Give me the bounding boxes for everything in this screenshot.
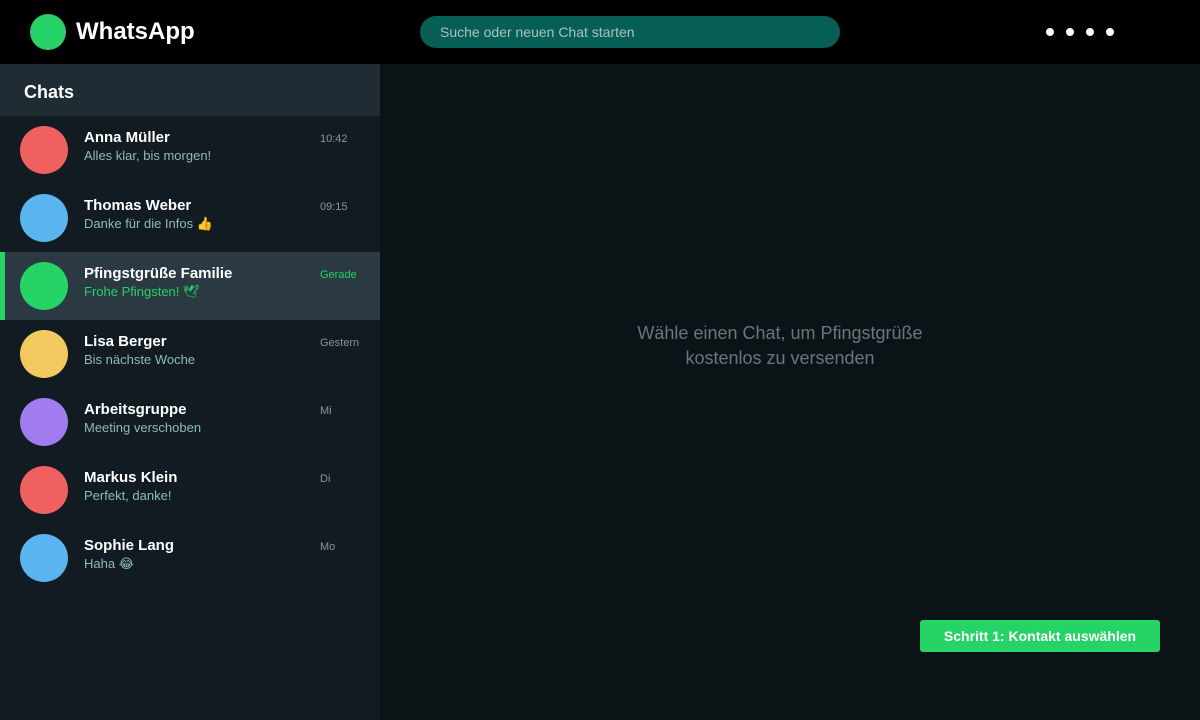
chat-list-item[interactable]: Thomas Weber Danke für die Infos 👍 09:15: [0, 184, 380, 252]
chat-list: Anna Müller Alles klar, bis morgen! 10:42 T…: [0, 116, 380, 592]
chat-name: Lisa Berger: [84, 333, 167, 350]
avatar: [20, 330, 68, 378]
avatar: [20, 398, 68, 446]
avatar: [20, 126, 68, 174]
app-title: WhatsApp: [76, 18, 195, 45]
chat-name: Anna Müller: [84, 129, 170, 146]
active-indicator: [0, 252, 5, 320]
chat-list-item[interactable]: Pfingstgrüße Familie Frohe Pfingsten! 🕊 Ge…: [0, 252, 380, 320]
chat-list-item[interactable]: Anna Müller Alles klar, bis morgen! 10:42: [0, 116, 380, 184]
chat-preview: Meeting verschoben: [84, 420, 202, 435]
chat-preview: Haha 😂: [84, 556, 134, 571]
chat-list-item[interactable]: Arbeitsgruppe Meeting verschoben Mi: [0, 388, 380, 456]
chat-preview: Alles klar, bis morgen!: [84, 148, 212, 163]
chat-time: Gestern: [320, 337, 360, 349]
sidebar-title: Chats: [24, 82, 75, 102]
avatar: [20, 466, 68, 514]
chat-preview: Bis nächste Woche: [84, 352, 196, 367]
search-input[interactable]: [420, 16, 840, 48]
avatar: [20, 534, 68, 582]
chat-name: Thomas Weber: [84, 197, 192, 214]
chat-preview: Frohe Pfingsten! 🕊: [84, 284, 200, 299]
chat-name: Markus Klein: [84, 469, 178, 486]
chat-preview: Danke für die Infos 👍: [84, 216, 213, 231]
sidebar-header: Chats: [0, 64, 380, 116]
empty-state-line: Wähle einen Chat, um Pfingstgrüße: [637, 323, 923, 343]
avatar: [20, 194, 68, 242]
chat-time: Mo: [320, 541, 336, 553]
chat-time: Mi: [320, 405, 332, 417]
chat-time: Gerade: [320, 269, 357, 281]
chat-name: Pfingstgrüße Familie: [84, 265, 233, 282]
select-contact-button[interactable]: Schritt 1: Kontakt auswählen: [920, 620, 1160, 652]
avatar: [20, 262, 68, 310]
chat-name: Sophie Lang: [84, 537, 174, 554]
chat-list-item[interactable]: Lisa Berger Bis nächste Woche Gestern: [0, 320, 380, 388]
chat-list-item[interactable]: Sophie Lang Haha 😂 Mo: [0, 524, 380, 592]
whatsapp-logo-icon: [30, 14, 66, 50]
chat-time: Di: [320, 473, 331, 485]
chat-list-item[interactable]: Markus Klein Perfekt, danke! Di: [0, 456, 380, 524]
top-bar: WhatsApp: [0, 0, 1200, 64]
empty-state-line: kostenlos zu versenden: [685, 348, 875, 368]
chat-preview: Perfekt, danke!: [84, 488, 172, 503]
chat-name: Arbeitsgruppe: [84, 401, 187, 418]
chat-time: 10:42: [320, 133, 348, 145]
chat-time: 09:15: [320, 201, 348, 213]
empty-state-text: Wähle einen Chat, um Pfingstgrüße kosten…: [380, 321, 1180, 371]
main-panel: Wähle einen Chat, um Pfingstgrüße kosten…: [380, 64, 1200, 720]
chat-sidebar: Chats Anna Müller Alles klar, bis morgen!…: [0, 64, 380, 720]
more-dots-icon[interactable]: [1040, 24, 1120, 40]
